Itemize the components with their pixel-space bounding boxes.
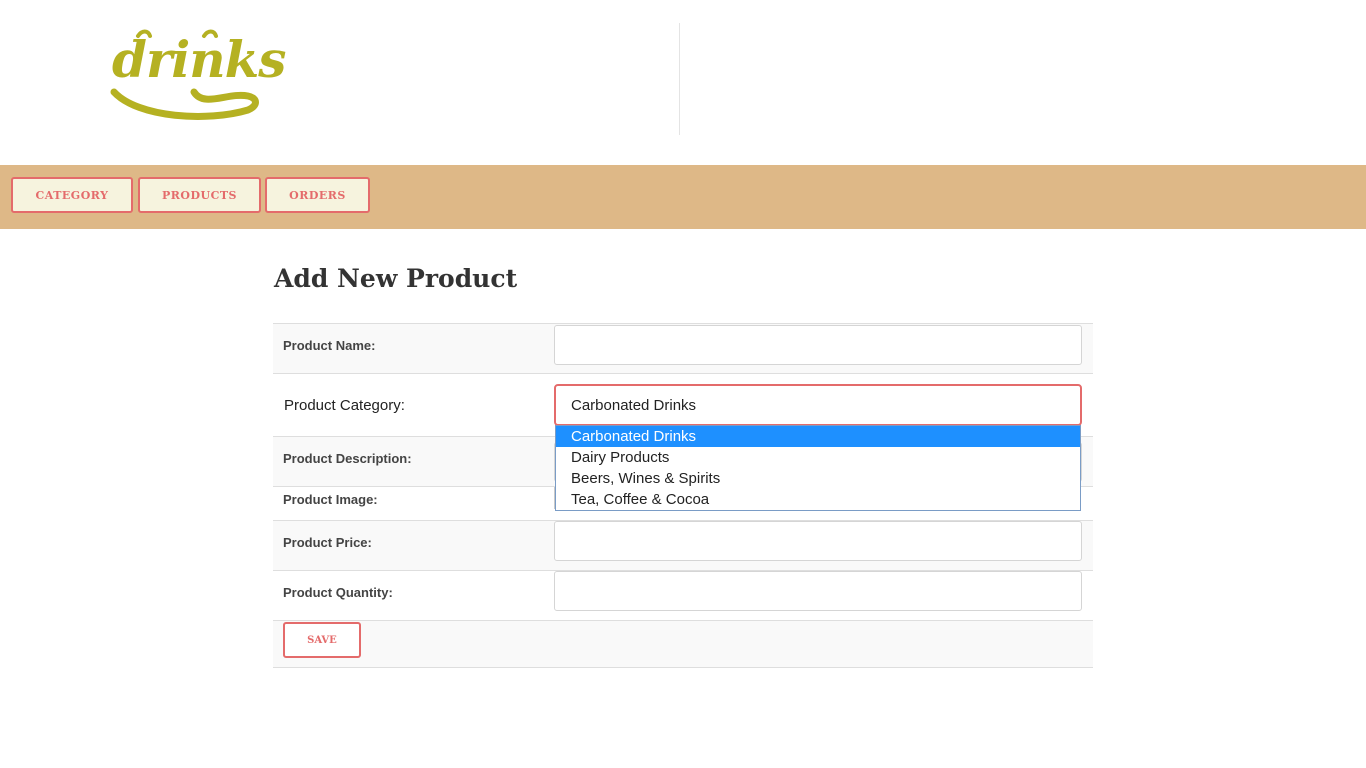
product-quantity-label: Product Quantity: [283, 585, 393, 600]
category-option[interactable]: Beers, Wines & Spirits [556, 468, 1080, 489]
save-button[interactable]: SAVE [283, 622, 361, 658]
product-category-label: Product Category: [284, 397, 405, 414]
category-option[interactable]: Carbonated Drinks [556, 426, 1080, 447]
product-price-input[interactable] [554, 521, 1082, 561]
header-divider [679, 23, 680, 135]
row-product-quantity: Product Quantity: [273, 571, 1093, 621]
logo-text: drinks [112, 30, 286, 89]
product-category-selected-value: Carbonated Drinks [571, 396, 697, 414]
product-description-label: Product Description: [283, 451, 412, 466]
nav-category-button[interactable]: CATEGORY [11, 177, 133, 213]
main-nav: CATEGORY PRODUCTS ORDERS [0, 165, 1366, 229]
row-product-name: Product Name: [273, 323, 1093, 374]
product-price-label: Product Price: [283, 535, 372, 550]
page-title: Add New Product [274, 264, 518, 293]
category-option[interactable]: Dairy Products [556, 447, 1080, 468]
row-save: SAVE [273, 621, 1093, 668]
drinks-logo[interactable]: drinks [108, 26, 286, 120]
product-category-dropdown[interactable]: Carbonated Drinks Dairy Products Beers, … [555, 425, 1081, 511]
category-option[interactable]: Tea, Coffee & Cocoa [556, 489, 1080, 510]
product-image-label: Product Image: [283, 492, 378, 507]
product-name-input[interactable] [554, 325, 1082, 365]
nav-orders-button[interactable]: ORDERS [265, 177, 370, 213]
product-name-label: Product Name: [283, 338, 376, 353]
site-header: drinks [0, 0, 1366, 165]
row-product-price: Product Price: [273, 521, 1093, 571]
nav-products-button[interactable]: PRODUCTS [138, 177, 261, 213]
product-quantity-input[interactable] [554, 571, 1082, 611]
product-category-select[interactable]: Carbonated Drinks [554, 384, 1082, 426]
